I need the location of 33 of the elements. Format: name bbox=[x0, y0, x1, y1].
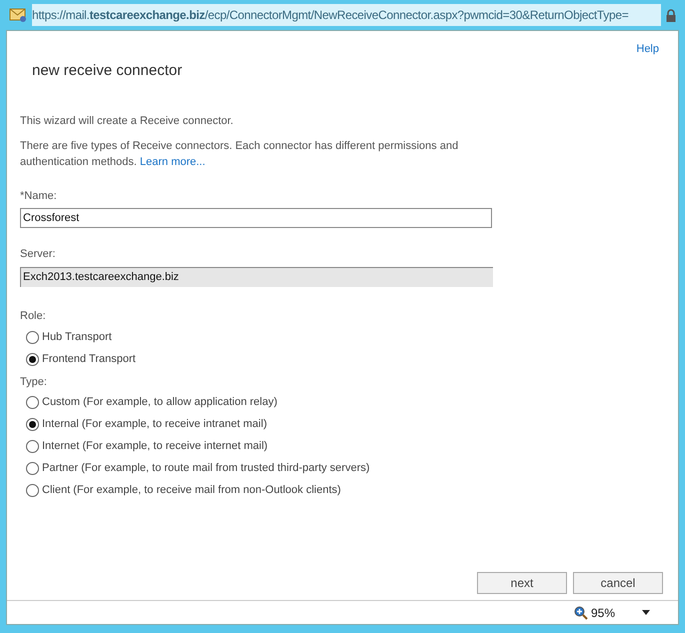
radio-button[interactable] bbox=[26, 352, 39, 366]
envelope-icon bbox=[9, 7, 27, 23]
radio-label: Frontend Transport bbox=[42, 352, 136, 367]
dialog-button[interactable]: next bbox=[477, 572, 567, 594]
name-input-field[interactable]: Crossforest bbox=[20, 208, 492, 228]
radio-label: Partner (For example, to route mail from trusted third-party servers) bbox=[42, 461, 370, 476]
description-text: There are five types of Receive connectors. Each connector has different permissions and authentication methods. Learn more... bbox=[20, 138, 460, 170]
radio-button[interactable] bbox=[26, 462, 39, 475]
server-label: Server: bbox=[20, 247, 56, 262]
radio-label: Internal (For example, to receive intranet mail) bbox=[42, 417, 267, 432]
role-label: Role: bbox=[20, 308, 47, 324]
lock-icon bbox=[666, 8, 676, 22]
url-text: https://mail.testcareexchange.biz/ecp/ConnectorMgmt/NewReceiveConnector.aspx?pwmcid=30&ReturnObjectType= bbox=[32, 7, 628, 24]
intro-text: This wizard will create a Receive connector. bbox=[20, 114, 234, 129]
dialog-title: new receive connector bbox=[32, 60, 184, 80]
radio-label: Hub Transport bbox=[42, 330, 112, 345]
address-bar[interactable]: https://mail.testcareexchange.biz/ecp/ConnectorMgmt/NewReceiveConnector.aspx?pwmcid=30&ReturnObjectType= bbox=[32, 4, 661, 26]
radio-button[interactable] bbox=[26, 484, 39, 497]
dropdown-caret-icon[interactable] bbox=[642, 610, 650, 615]
radio-label: Internet (For example, to receive internet mail) bbox=[42, 439, 268, 454]
learn-more-link[interactable]: Learn more... bbox=[140, 156, 206, 168]
dialog-button[interactable]: cancel bbox=[573, 572, 663, 594]
radio-button[interactable] bbox=[26, 418, 39, 431]
type-label: Type: bbox=[20, 375, 48, 390]
help-link[interactable]: Help bbox=[636, 41, 659, 58]
radio-button[interactable] bbox=[26, 330, 39, 344]
radio-button[interactable] bbox=[26, 440, 39, 453]
radio-label: Custom (For example, to allow application relay) bbox=[42, 395, 278, 410]
radio-label: Client (For example, to receive mail from non-Outlook clients) bbox=[42, 483, 341, 498]
name-label: *Name: bbox=[20, 188, 58, 204]
zoom-icon bbox=[574, 606, 588, 620]
zoom-level[interactable]: 95% bbox=[590, 604, 615, 622]
radio-button[interactable] bbox=[26, 396, 39, 409]
